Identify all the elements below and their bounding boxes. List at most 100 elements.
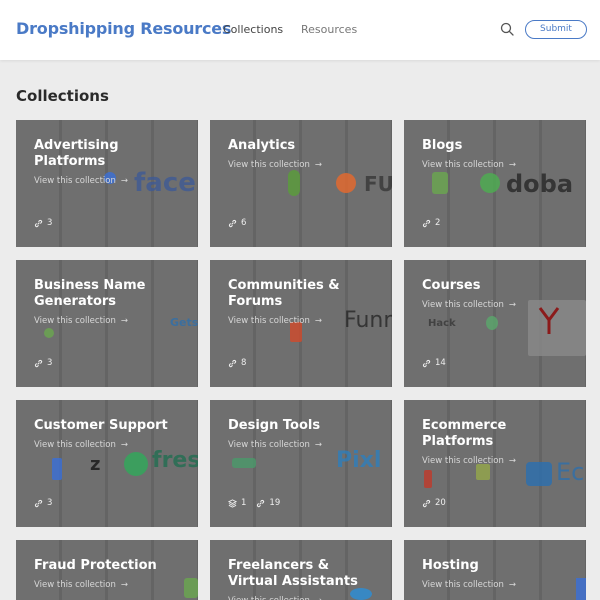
search-icon[interactable] [500,22,514,36]
logo-mark-icon [44,328,54,338]
submit-button[interactable]: Submit [525,20,587,39]
view-collection-label: View this collection [34,440,116,450]
logo-mark-icon [576,578,586,600]
arrow-right-icon: → [120,440,128,450]
nav-link-collections[interactable]: Collections [223,23,283,36]
arrow-right-icon: → [120,580,128,590]
link-icon [34,219,43,227]
card-logo-text: Funn [344,308,392,333]
view-collection-link[interactable]: View this collection → [34,176,128,186]
view-collection-link[interactable]: View this collection → [422,580,516,590]
link-icon [422,359,431,367]
card-title: Advertising Platforms [34,138,119,169]
view-collection-link[interactable]: View this collection → [34,440,128,450]
card-title: Business Name Generators [34,278,146,309]
collection-card-design-tools[interactable]: Pixl Design Tools View this collection → … [210,400,392,527]
section-title: Collections [16,87,109,105]
card-title: Courses [422,278,481,293]
view-collection-label: View this collection [422,580,504,590]
card-meta: 1 19 [228,498,280,508]
arrow-right-icon: → [508,456,516,466]
zendesk-logo-icon: z [90,454,101,475]
card-link-count: 3 [34,358,52,368]
link-count: 2 [435,218,441,228]
view-collection-label: View this collection [34,316,116,326]
link-icon [422,219,431,227]
collection-card-freelancers-virtual-assistants[interactable]: Freelancers & Virtual Assistants View th… [210,540,392,600]
card-link-count: 14 [422,358,446,368]
collection-card-blogs[interactable]: doba Blogs View this collection → 2 [404,120,586,247]
arrow-right-icon: → [315,596,322,600]
link-icon [34,359,43,367]
arrow-right-icon: → [508,300,516,310]
logo-mark-icon [124,452,148,476]
link-count: 6 [241,218,247,228]
link-icon [228,219,237,227]
collection-card-fraud-protection[interactable]: Fraud Protection View this collection → [16,540,198,600]
view-collection-link[interactable]: View this collection → [422,456,516,466]
card-logo-text: Gets [170,316,198,329]
arrow-right-icon: → [508,580,516,590]
view-collection-label: View this collection [34,176,116,186]
card-title: Communities & Forums [228,278,340,309]
collection-card-advertising-platforms[interactable]: faceb Advertising Platforms View this co… [16,120,198,247]
collection-card-ecommerce-platforms[interactable]: Ec Ecommerce Platforms View this collect… [404,400,586,527]
logo-mark-icon [480,173,500,193]
collection-card-business-name-generators[interactable]: Gets Business Name Generators View this … [16,260,198,387]
view-collection-link[interactable]: View this collection → [228,440,322,450]
collection-card-analytics[interactable]: FU Analytics View this collection → 6 [210,120,392,247]
view-collection-link[interactable]: View this collection → [228,596,322,600]
view-collection-link[interactable]: View this collection → [422,300,516,310]
view-collection-link[interactable]: View this collection → [228,160,322,170]
view-collection-label: View this collection [422,300,504,310]
collection-card-communities-forums[interactable]: Funn Communities & Forums View this coll… [210,260,392,387]
arrow-right-icon: → [314,160,322,170]
card-title: Blogs [422,138,463,153]
card-logo-text: Hack [428,318,456,329]
card-title: Hosting [422,558,479,573]
arrow-right-icon: → [120,316,128,326]
card-link-count: 3 [34,498,52,508]
card-link-count: 2 [422,218,440,228]
link-count: 19 [269,498,281,508]
card-link-count: 20 [422,498,446,508]
logo-mark-icon [184,578,198,598]
view-collection-link[interactable]: View this collection → [228,316,322,326]
link-count: 8 [241,358,247,368]
card-title: Analytics [228,138,296,153]
link-icon [34,499,43,507]
card-title: Fraud Protection [34,558,157,573]
nav-link-resources[interactable]: Resources [301,23,357,36]
card-logo-text: Pixl [336,448,382,473]
view-collection-label: View this collection [228,440,310,450]
cart-logo-icon [526,462,552,486]
view-collection-label: View this collection [228,596,310,600]
arrow-right-icon: → [120,176,128,186]
view-collection-label: View this collection [228,160,310,170]
collection-card-customer-support[interactable]: z fres Customer Support View this collec… [16,400,198,527]
card-title: Customer Support [34,418,168,433]
card-title: Design Tools [228,418,321,433]
shield-logo-icon [538,307,560,334]
link-icon [422,499,431,507]
link-count: 3 [47,498,53,508]
logo-mark-icon [424,470,432,488]
card-logo-text: FU [364,172,392,196]
card-logo-text: Ec [556,458,585,486]
link-icon [257,499,265,507]
card-logo-text: doba [506,170,574,198]
card-link-count: 3 [34,218,52,228]
logo-mark-icon [52,458,62,480]
logo-mark-icon [232,458,256,468]
link-count: 3 [47,218,53,228]
view-collection-link[interactable]: View this collection → [422,160,516,170]
view-collection-link[interactable]: View this collection → [34,316,128,326]
collection-card-courses[interactable]: Hack Courses View this collection → 14 [404,260,586,387]
view-collection-link[interactable]: View this collection → [34,580,128,590]
brand-logo-text[interactable]: Dropshipping Resources [16,19,231,38]
card-logo-text: faceb [134,168,198,198]
collection-card-hosting[interactable]: Hosting View this collection → [404,540,586,600]
arrow-right-icon: → [508,160,516,170]
link-count: 14 [435,358,446,368]
view-collection-label: View this collection [422,456,504,466]
